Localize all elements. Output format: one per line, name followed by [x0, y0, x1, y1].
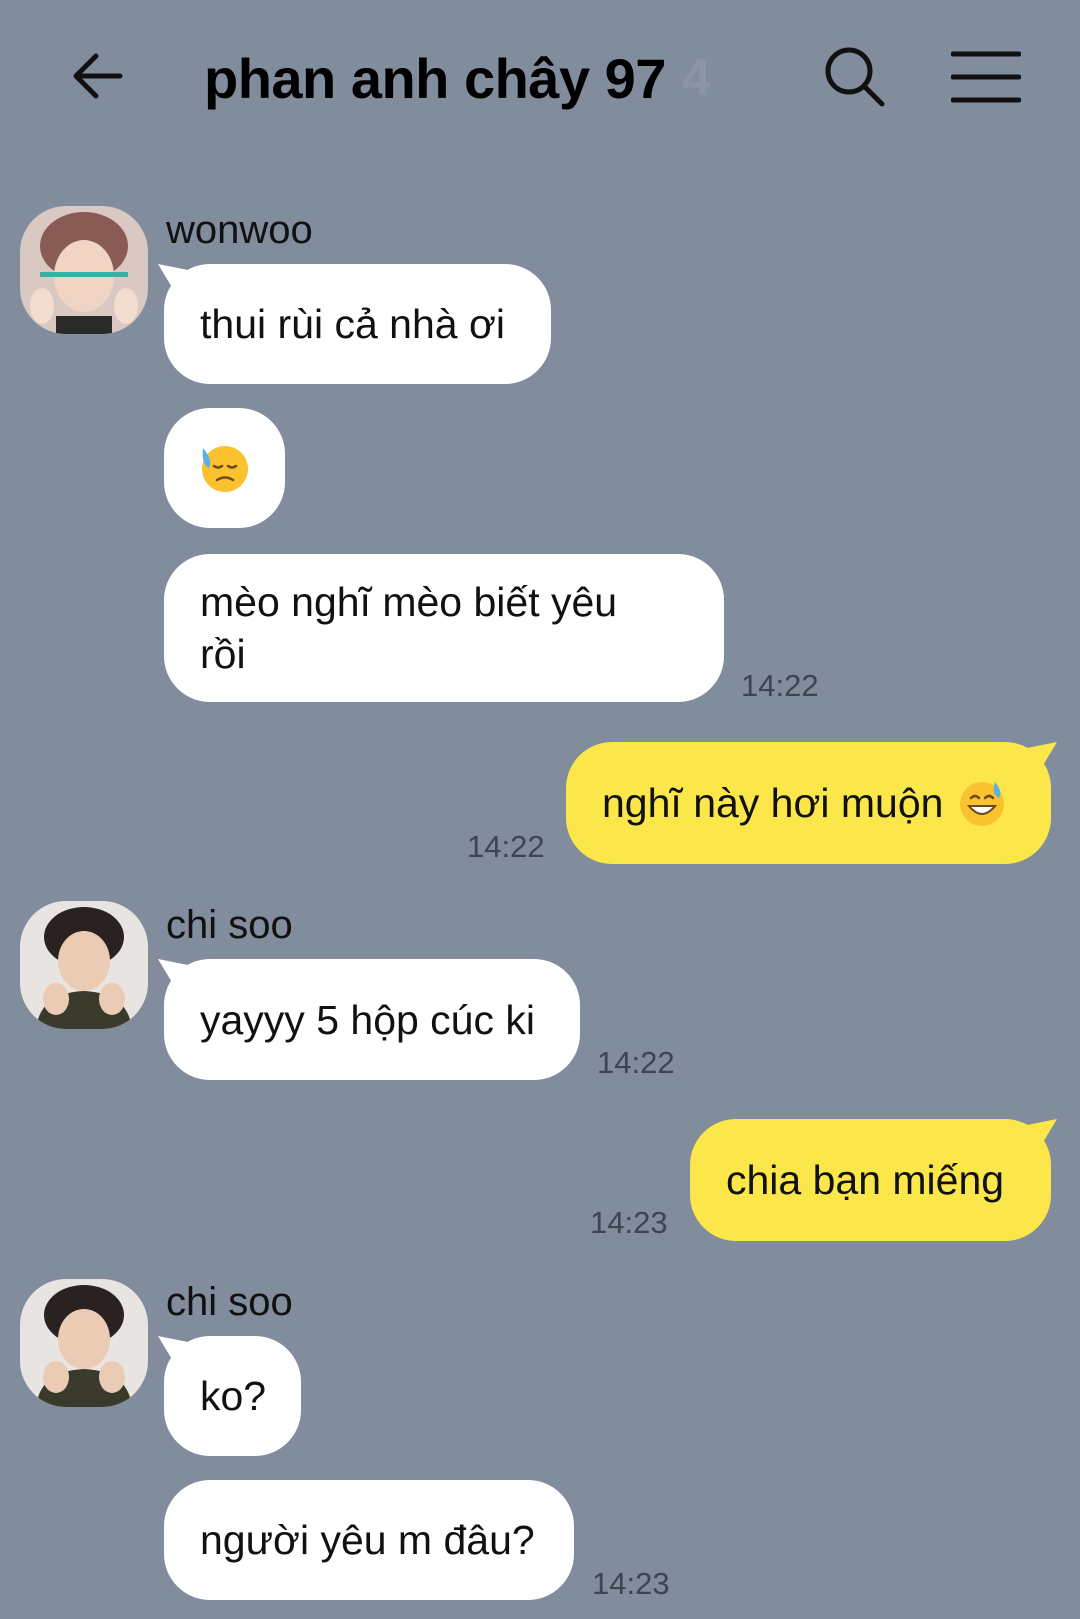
sender-name: chi soo: [166, 903, 293, 947]
message-bubble[interactable]: yayyy 5 hộp cúc ki: [164, 959, 580, 1080]
message-bubble-own[interactable]: chia bạn miếng: [690, 1119, 1051, 1241]
sender-name: wonwoo: [166, 208, 313, 252]
member-count: 4: [681, 49, 711, 107]
avatar-chi-soo[interactable]: [20, 901, 148, 1029]
message-text: thui rùi cả nhà ơi: [200, 301, 505, 347]
message-text: chia bạn miếng: [726, 1157, 1005, 1203]
back-arrow-icon: [73, 53, 123, 99]
message-text: ko?: [200, 1373, 267, 1419]
message-timestamp: 14:22: [467, 829, 545, 864]
message-timestamp: 14:22: [597, 1045, 675, 1080]
message-text-line: mèo nghĩ mèo biết yêu: [200, 579, 618, 625]
message-bubble[interactable]: thui rùi cả nhà ơi: [164, 264, 551, 384]
message-bubble-emoji[interactable]: [164, 408, 285, 528]
message-text: nghĩ này hơi muộn: [602, 780, 944, 826]
message-timestamp: 14:22: [741, 668, 819, 703]
chat-title: phan anh chây 97 4: [204, 42, 711, 114]
grinning-sweat-face-icon: [960, 782, 1005, 826]
back-button[interactable]: [62, 40, 134, 112]
message-bubble[interactable]: mèo nghĩ mèo biết yêu rồi: [164, 554, 724, 702]
search-button[interactable]: [818, 40, 892, 114]
avatar-wonwoo[interactable]: [20, 206, 148, 334]
avatar-photo: [20, 1279, 148, 1407]
message-text: người yêu m đâu?: [200, 1517, 535, 1563]
message-text: yayyy 5 hộp cúc ki: [200, 996, 535, 1043]
search-icon: [825, 47, 885, 107]
menu-icon: [951, 51, 1021, 103]
chat-header: phan anh chây 97 4: [0, 0, 1080, 160]
message-bubble-own[interactable]: nghĩ này hơi muộn: [566, 742, 1051, 864]
message-bubble[interactable]: người yêu m đâu?: [164, 1480, 574, 1600]
message-bubble[interactable]: ko?: [164, 1336, 301, 1456]
avatar-photo: [20, 206, 148, 334]
sender-name: chi soo: [166, 1280, 293, 1324]
message-timestamp: 14:23: [592, 1566, 670, 1601]
avatar-chi-soo[interactable]: [20, 1279, 148, 1407]
downcast-sweat-face-icon: [201, 446, 248, 492]
avatar-photo: [20, 901, 148, 1029]
menu-button[interactable]: [946, 40, 1026, 114]
message-text-line: rồi: [200, 631, 246, 677]
message-timestamp: 14:23: [590, 1205, 668, 1240]
chat-room-name: phan anh chây 97: [204, 46, 666, 110]
